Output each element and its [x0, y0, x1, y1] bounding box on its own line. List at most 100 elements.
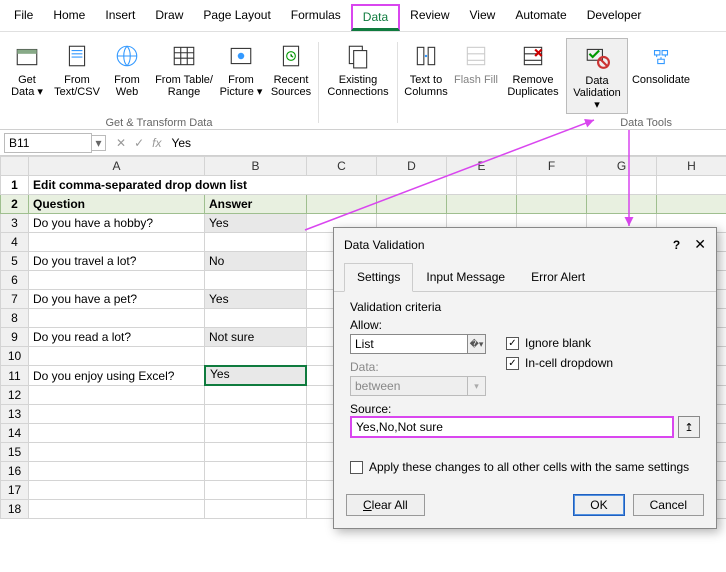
tab-input-message[interactable]: Input Message — [413, 263, 518, 291]
col-header-E[interactable]: E — [447, 157, 517, 176]
cell[interactable] — [205, 271, 307, 290]
menu-data[interactable]: Data — [351, 4, 400, 31]
cell[interactable] — [29, 386, 205, 405]
row-header[interactable]: 7 — [1, 290, 29, 309]
row-header[interactable]: 10 — [1, 347, 29, 366]
cell[interactable] — [205, 424, 307, 443]
cell[interactable]: Edit comma-separated drop down list — [29, 176, 447, 195]
col-header-D[interactable]: D — [377, 157, 447, 176]
row-header[interactable]: 8 — [1, 309, 29, 328]
cell[interactable]: Yes▼ — [205, 366, 306, 385]
from-web-button[interactable]: From Web — [103, 38, 151, 100]
menu-draw[interactable]: Draw — [145, 4, 193, 31]
cell[interactable] — [517, 176, 587, 195]
accept-formula-icon[interactable]: ✓ — [130, 136, 148, 150]
cell[interactable] — [377, 195, 447, 214]
cell[interactable] — [29, 443, 205, 462]
col-header-B[interactable]: B — [205, 157, 307, 176]
fx-icon[interactable]: fx — [148, 136, 165, 150]
name-box[interactable]: B11 — [4, 133, 92, 153]
row-header[interactable]: 1 — [1, 176, 29, 195]
cell[interactable] — [29, 424, 205, 443]
formula-input[interactable] — [165, 134, 722, 152]
cell[interactable] — [307, 195, 377, 214]
cell[interactable] — [657, 195, 726, 214]
cell[interactable] — [29, 309, 205, 328]
cancel-formula-icon[interactable]: ✕ — [112, 136, 130, 150]
menu-formulas[interactable]: Formulas — [281, 4, 351, 31]
select-all-corner[interactable] — [1, 157, 29, 176]
from-table-range-button[interactable]: From Table/ Range — [153, 38, 215, 100]
row-header[interactable]: 4 — [1, 233, 29, 252]
cell[interactable] — [205, 500, 307, 519]
cell[interactable]: Do you travel a lot? — [29, 252, 205, 271]
col-header-H[interactable]: H — [657, 157, 726, 176]
col-header-F[interactable]: F — [517, 157, 587, 176]
cell[interactable] — [205, 309, 307, 328]
cell[interactable] — [205, 386, 307, 405]
cell[interactable] — [205, 233, 307, 252]
cell[interactable] — [657, 176, 726, 195]
cell[interactable]: Not sure — [205, 328, 307, 347]
row-header[interactable]: 15 — [1, 443, 29, 462]
cell[interactable] — [205, 347, 307, 366]
cell[interactable] — [205, 481, 307, 500]
cell[interactable] — [29, 481, 205, 500]
cell[interactable] — [29, 233, 205, 252]
recent-sources-button[interactable]: Recent Sources — [267, 38, 315, 100]
menu-view[interactable]: View — [460, 4, 506, 31]
tab-error-alert[interactable]: Error Alert — [518, 263, 598, 291]
cell[interactable] — [587, 176, 657, 195]
get-data-button[interactable]: Get Data ▾ — [3, 38, 51, 100]
row-header[interactable]: 17 — [1, 481, 29, 500]
menu-review[interactable]: Review — [400, 4, 459, 31]
range-picker-icon[interactable]: ↥ — [678, 416, 700, 438]
data-validation-button[interactable]: Data Validation ▾ — [566, 38, 628, 114]
incell-dropdown-checkbox[interactable]: ✓In-cell dropdown — [506, 356, 613, 370]
apply-all-checkbox[interactable]: Apply these changes to all other cells w… — [350, 460, 700, 474]
cell[interactable] — [205, 462, 307, 481]
ok-button[interactable]: OK — [573, 494, 624, 516]
cell[interactable] — [205, 405, 307, 424]
from-picture-button[interactable]: From Picture ▾ — [217, 38, 265, 100]
row-header[interactable]: 6 — [1, 271, 29, 290]
clear-all-button[interactable]: Clear All — [346, 494, 425, 516]
cell[interactable] — [447, 195, 517, 214]
row-header[interactable]: 5 — [1, 252, 29, 271]
col-header-A[interactable]: A — [29, 157, 205, 176]
close-icon[interactable]: ✕ — [694, 236, 706, 253]
row-header[interactable]: 13 — [1, 405, 29, 424]
ignore-blank-checkbox[interactable]: ✓Ignore blank — [506, 336, 613, 350]
existing-connections-button[interactable]: Existing Connections — [327, 38, 389, 100]
menu-developer[interactable]: Developer — [577, 4, 652, 31]
col-header-G[interactable]: G — [587, 157, 657, 176]
row-header[interactable]: 11 — [1, 366, 29, 386]
row-header[interactable]: 12 — [1, 386, 29, 405]
cell[interactable] — [29, 347, 205, 366]
cell[interactable] — [517, 195, 587, 214]
cell[interactable] — [587, 195, 657, 214]
menu-file[interactable]: File — [4, 4, 43, 31]
menu-insert[interactable]: Insert — [95, 4, 145, 31]
row-header[interactable]: 16 — [1, 462, 29, 481]
menu-home[interactable]: Home — [43, 4, 95, 31]
row-header[interactable]: 2 — [1, 195, 29, 214]
name-box-dropdown[interactable]: ▾ — [92, 135, 106, 151]
row-header[interactable]: 18 — [1, 500, 29, 519]
remove-duplicates-button[interactable]: Remove Duplicates — [502, 38, 564, 114]
cell[interactable] — [29, 462, 205, 481]
cell[interactable] — [29, 500, 205, 519]
from-textcsv-button[interactable]: From Text/CSV — [53, 38, 101, 100]
col-header-C[interactable]: C — [307, 157, 377, 176]
cell[interactable]: Yes — [205, 214, 307, 233]
text-to-columns-button[interactable]: Text to Columns — [402, 38, 450, 114]
cell[interactable] — [447, 176, 517, 195]
cell[interactable]: Do you read a lot? — [29, 328, 205, 347]
cell[interactable]: Do you enjoy using Excel? — [29, 366, 205, 386]
row-header[interactable]: 14 — [1, 424, 29, 443]
menu-automate[interactable]: Automate — [505, 4, 576, 31]
row-header[interactable]: 3 — [1, 214, 29, 233]
cell[interactable] — [29, 271, 205, 290]
cell[interactable]: Answer — [205, 195, 307, 214]
cell[interactable] — [205, 443, 307, 462]
